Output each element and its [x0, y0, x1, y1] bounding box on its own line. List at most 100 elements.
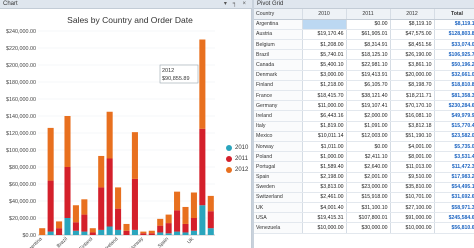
bar-2011-ireland[interactable] [115, 208, 122, 230]
bar-2010-portugal[interactable] [157, 232, 164, 235]
legend-item-2012[interactable]: 2012 [226, 164, 248, 175]
row-country[interactable]: Germany [254, 100, 303, 112]
cell-2012[interactable]: $8,001.00 [390, 151, 435, 163]
cell-2011[interactable]: $2,000.00 [346, 110, 391, 122]
cell-2011[interactable]: $2,640.00 [346, 161, 391, 173]
cell-2010[interactable]: $4,001.40 [302, 202, 347, 214]
bar-2011-denmark[interactable] [81, 214, 88, 232]
header-country[interactable]: Country [254, 9, 303, 20]
bar-2012-canada[interactable] [72, 205, 79, 223]
cell-2012[interactable]: $20,000.00 [390, 70, 435, 81]
cell-total[interactable]: $17,983.20 [434, 172, 474, 183]
cell-2011[interactable]: $61,905.01 [346, 29, 391, 41]
cell-2011[interactable]: $2,411.10 [346, 151, 391, 163]
row-country[interactable]: Brazil [254, 49, 303, 61]
bar-2010-canada[interactable] [72, 230, 79, 235]
row-country[interactable]: Venezuela [254, 222, 303, 234]
row-country[interactable]: Sweden [254, 182, 303, 193]
bar-2012-poland[interactable] [148, 230, 155, 234]
cell-total[interactable]: $56,810.63 [434, 222, 474, 234]
cell-2011[interactable]: $0.00 [346, 19, 391, 30]
cell-total[interactable]: $81,358.33 [434, 90, 474, 102]
cell-2011[interactable]: $38,121.40 [346, 90, 391, 102]
cell-2012[interactable]: $26,190.00 [390, 49, 435, 61]
cell-2012[interactable]: $11,013.00 [390, 161, 435, 173]
cell-2010[interactable]: $2,461.00 [302, 192, 347, 204]
bar-2012-brazil[interactable] [64, 116, 71, 167]
cell-2010[interactable]: $6,443.16 [302, 110, 347, 122]
cell-2012[interactable]: $35,810.00 [390, 182, 435, 193]
cell-2011[interactable]: $31,100.10 [346, 202, 391, 214]
cell-2010[interactable]: $5,400.10 [302, 59, 347, 71]
cell-total[interactable]: $245,584.61 [434, 212, 474, 224]
row-country[interactable]: USA [254, 212, 303, 224]
table-row[interactable]: Brazil $5,740.01 $18,125.10 $26,190.00 $106,… [254, 49, 474, 61]
cell-2012[interactable]: $10,701.00 [390, 192, 435, 204]
row-country[interactable]: Spain [254, 172, 303, 183]
table-row[interactable]: Venezuela $10,000.00 $30,000.00 $10,000.00 $… [254, 222, 474, 234]
bar-2010-uk[interactable] [190, 230, 197, 235]
cell-2012[interactable]: $51,190.10 [390, 131, 435, 142]
table-row[interactable]: Finland $1,218.00 $6,105.70 $8,198.70 $18,81… [254, 80, 474, 92]
table-row[interactable]: Norway$1,011.00$0.00$4,001.00$5,735.00 [254, 141, 474, 153]
cell-2012[interactable]: $70,170.10 [390, 100, 435, 112]
row-country[interactable]: Canada [254, 59, 303, 71]
cell-2012[interactable]: $9,510.00 [390, 172, 435, 183]
bar-2010-spain[interactable] [165, 233, 172, 235]
cell-2012[interactable]: $16,081.10 [390, 110, 435, 122]
cell-2011[interactable]: $2,001.00 [346, 172, 391, 183]
cell-2011[interactable]: $30,000.00 [346, 222, 391, 234]
bar-2010-usa[interactable] [199, 205, 206, 235]
cell-2010[interactable]: $2,198.00 [302, 172, 347, 183]
row-country[interactable]: Ireland [254, 110, 303, 122]
cell-2010[interactable]: $1,589.40 [302, 161, 347, 173]
bar-2012-france[interactable] [98, 155, 105, 188]
cell-2011[interactable]: $19,413.91 [346, 70, 391, 81]
cell-2011[interactable]: $107,800.01 [346, 212, 391, 224]
cell-2010[interactable]: $5,740.01 [302, 49, 347, 61]
bar-2012-germany[interactable] [106, 111, 113, 159]
cell-total[interactable]: $54,495.14 [434, 182, 474, 193]
table-row[interactable]: Sweden $3,813.00 $23,000.00 $35,810.00 $54,4… [254, 182, 474, 193]
bar-2012-ireland[interactable] [115, 187, 122, 209]
table-row[interactable]: Italy $1,819.00 $1,091.00 $3,812.18 $15,770.… [254, 121, 474, 132]
cell-2010[interactable]: $1,011.00 [302, 141, 347, 153]
cell-total[interactable]: $18,810.82 [434, 80, 474, 92]
cell-2012[interactable]: $91,000.00 [390, 212, 435, 224]
bar-2012-italy[interactable] [123, 223, 130, 231]
cell-total[interactable]: $58,971.31 [434, 202, 474, 214]
bar-2012-switzerland[interactable] [182, 206, 189, 224]
cell-total[interactable]: $8,119.10 [434, 19, 474, 30]
bar-2012-portugal[interactable] [157, 218, 164, 226]
bar-2011-france[interactable] [98, 187, 105, 230]
cell-2012[interactable]: $4,001.00 [390, 141, 435, 153]
header-total[interactable]: Total [434, 9, 474, 20]
bar-2011-uk[interactable] [190, 218, 197, 231]
cell-2010[interactable]: $10,000.00 [302, 222, 347, 234]
row-country[interactable]: Argentina [254, 19, 303, 30]
table-row[interactable]: Canada $5,400.10 $22,981.10 $3,861.10 $50,19… [254, 59, 474, 71]
cell-2012[interactable]: $3,812.18 [390, 121, 435, 132]
bar-2011-belgium[interactable] [56, 228, 63, 235]
bar-2012-norway[interactable] [140, 231, 147, 234]
cell-2011[interactable]: $19,107.41 [346, 100, 391, 112]
cell-2012[interactable]: $8,198.70 [390, 80, 435, 92]
cell-total[interactable]: $3,531.47 [434, 151, 474, 163]
bar-2010-austria[interactable] [47, 231, 54, 235]
cell-2010[interactable]: $10,011.14 [302, 131, 347, 142]
table-row[interactable]: Belgium $1,208.00 $8,314.91 $8,451.56 $33,07… [254, 39, 474, 51]
chart-panel-tools[interactable]: ▾ ╕ × [224, 0, 248, 9]
cell-total[interactable]: $49,979.91 [434, 110, 474, 122]
cell-2010[interactable]: $1,000.00 [302, 151, 347, 163]
cell-2010[interactable]: $1,208.00 [302, 39, 347, 51]
bar-2012-venezuela[interactable] [207, 195, 214, 212]
bar-2012-sweden[interactable] [174, 191, 181, 211]
bar-2010-brazil[interactable] [64, 218, 71, 235]
header-2012[interactable]: 2012 [390, 9, 435, 20]
bar-2011-sweden[interactable] [174, 210, 181, 232]
table-row[interactable]: Ireland $6,443.16 $2,000.00 $16,081.10 $49,9… [254, 110, 474, 122]
cell-2012[interactable]: $8,451.56 [390, 39, 435, 51]
header-2011[interactable]: 2011 [346, 9, 391, 20]
cell-2011[interactable]: $18,125.10 [346, 49, 391, 61]
cell-total[interactable]: $106,925.78 [434, 49, 474, 61]
